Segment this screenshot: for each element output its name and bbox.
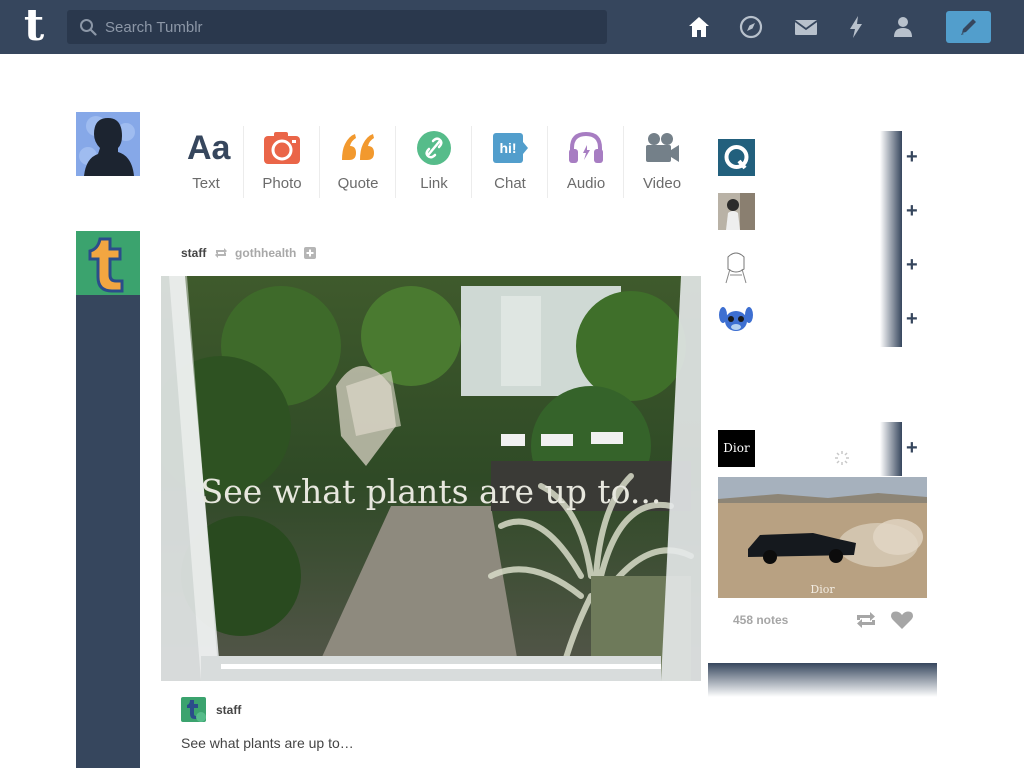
reblog-icon[interactable] [855, 611, 877, 629]
post-type-label: Photo [262, 175, 302, 192]
post-type-label: Video [642, 175, 682, 192]
heart-like-icon[interactable] [891, 611, 913, 630]
gradient-fade [880, 293, 902, 347]
post-type-photo[interactable]: Photo [244, 124, 320, 204]
video-camera-icon [646, 133, 679, 162]
gradient-fade [708, 663, 937, 697]
post-type-label: Link [420, 175, 448, 192]
post-author-name[interactable]: staff [216, 703, 241, 717]
text-icon: Aa [187, 129, 231, 167]
image-caption-overlay: See what plants are up to... [200, 472, 662, 511]
post-type-link[interactable]: Link [396, 124, 472, 204]
post-type-label: Audio [566, 175, 606, 192]
loading-spinner-icon [835, 451, 849, 465]
sketch-avatar [718, 247, 755, 284]
follow-plus-icon[interactable]: + [906, 146, 918, 169]
recommended-blog[interactable]: + [718, 239, 924, 293]
ad-watermark: Dior [810, 583, 835, 596]
recommended-blog[interactable]: + [718, 185, 924, 239]
post-type-label: Chat [494, 175, 526, 192]
follow-plus-icon[interactable]: + [906, 200, 918, 223]
person-photo-avatar [718, 193, 755, 230]
search-input[interactable] [105, 10, 595, 44]
follow-plus-icon[interactable]: + [906, 437, 918, 460]
recommended-blog[interactable]: + [718, 293, 924, 347]
post-photo[interactable]: See what plants are up to... [161, 276, 701, 681]
follow-plus-icon[interactable]: + [906, 254, 918, 277]
q-logo-avatar [718, 139, 755, 176]
post-type-label: Quote [337, 175, 379, 192]
reblogged-from-link[interactable]: gothhealth [235, 246, 296, 260]
dashboard-left-column [76, 231, 140, 768]
tumblr-staff-t-icon [76, 231, 140, 295]
svg-text:hi!: hi! [499, 140, 516, 156]
post-author-link[interactable]: staff [181, 246, 206, 260]
gradient-fade [880, 185, 902, 239]
headphones-icon [569, 131, 603, 163]
follow-plus-icon[interactable] [303, 247, 316, 259]
staff-avatar[interactable] [76, 231, 140, 295]
post-body-text: See what plants are up to… [181, 735, 354, 751]
post-type-selector: Aa Text Photo Quote Link hi! Chat Audio … [168, 124, 700, 204]
compose-post-button[interactable] [946, 11, 991, 43]
top-navigation-bar: t [0, 0, 1024, 54]
messages-envelope-icon[interactable] [793, 14, 819, 40]
post-header: staff gothhealth [181, 246, 316, 262]
explore-compass-icon[interactable] [738, 14, 764, 40]
tumblr-staff-t-icon [187, 700, 206, 722]
notes-count[interactable]: 458 notes [733, 613, 788, 627]
search-icon [80, 19, 97, 36]
reblog-icon [214, 248, 227, 258]
camera-icon [264, 132, 300, 164]
post-type-video[interactable]: Video [624, 124, 700, 204]
activity-lightning-icon[interactable] [843, 14, 869, 40]
gradient-fade [880, 422, 902, 476]
desert-car-image [718, 477, 927, 598]
account-person-icon[interactable] [890, 14, 916, 40]
link-icon [417, 131, 451, 165]
gradient-fade [880, 239, 902, 293]
home-icon[interactable] [686, 14, 712, 40]
gradient-fade [880, 131, 902, 185]
silhouette-icon [76, 112, 140, 176]
stitch-avatar [718, 301, 755, 338]
tumblr-logo[interactable]: t [14, 4, 54, 48]
post-type-audio[interactable]: Audio [548, 124, 624, 204]
quote-icon [342, 134, 374, 160]
post-type-chat[interactable]: hi! Chat [472, 124, 548, 204]
chat-icon: hi! [493, 133, 528, 163]
post-author-avatar[interactable] [181, 697, 206, 722]
sponsored-video-thumbnail[interactable]: Dior [718, 477, 927, 598]
pencil-icon [961, 19, 976, 35]
post-type-quote[interactable]: Quote [320, 124, 396, 204]
post-type-text[interactable]: Aa Text [168, 124, 244, 204]
search-bar[interactable] [67, 10, 607, 44]
sponsored-blog[interactable]: Dior + [718, 422, 924, 476]
user-avatar[interactable] [76, 112, 140, 176]
dior-avatar: Dior [718, 430, 755, 467]
recommended-blog[interactable]: + [718, 131, 924, 185]
follow-plus-icon[interactable]: + [906, 308, 918, 331]
post-type-label: Text [192, 175, 220, 192]
